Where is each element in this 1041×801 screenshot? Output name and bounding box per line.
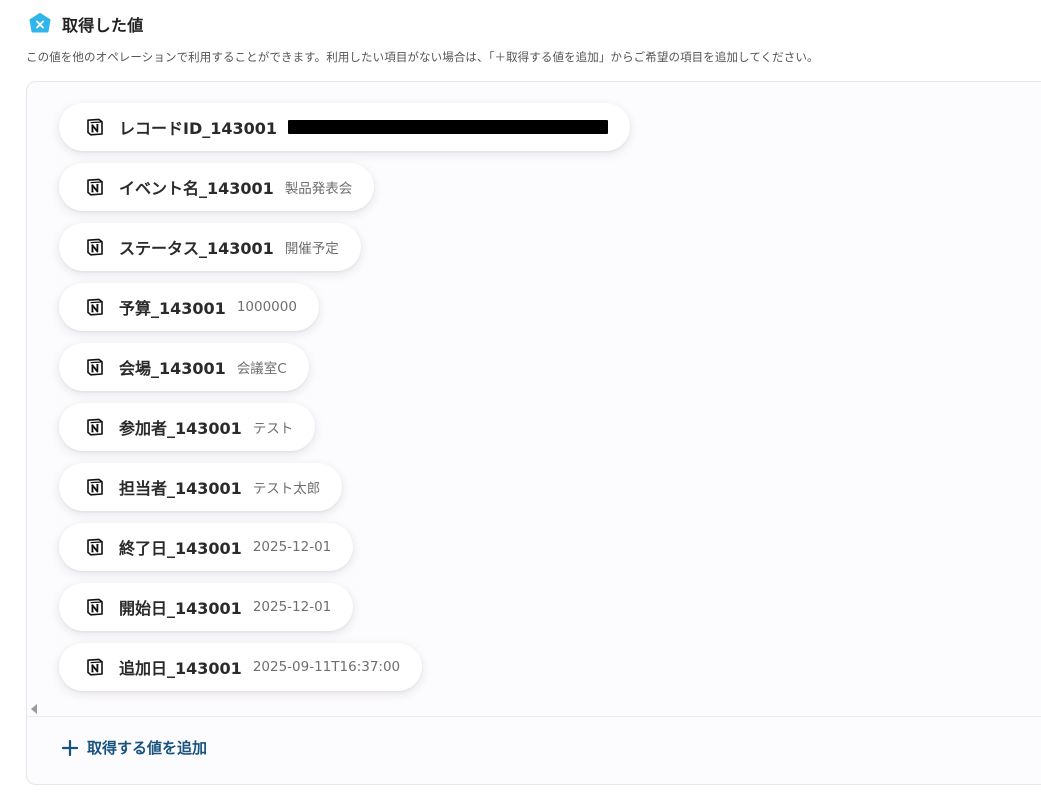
output-value-label: 会場_143001 (119, 359, 226, 378)
yoom-logo-icon (28, 12, 52, 36)
add-output-value-button[interactable]: 取得する値を追加 (61, 737, 207, 758)
output-value-label: イベント名_143001 (119, 179, 274, 198)
output-value-chip[interactable]: 追加日_143001 2025-09-11T16:37:00 (59, 643, 423, 691)
output-value-chip[interactable]: イベント名_143001 製品発表会 (59, 163, 375, 211)
notion-icon (85, 537, 105, 557)
output-value-chip[interactable]: 担当者_143001 テスト太郎 (59, 463, 343, 511)
section-title: 取得した値 (62, 16, 144, 35)
output-value-chip[interactable]: 会場_143001 会議室C (59, 343, 309, 391)
section-header: 取得した値 (28, 11, 144, 37)
output-value-sample: 開催予定 (284, 241, 339, 257)
output-value-label: ステータス_143001 (119, 239, 274, 258)
output-value-label: レコードID_143001 (119, 119, 278, 138)
output-value-sample: 会議室C (236, 361, 287, 377)
divider (27, 716, 1041, 717)
notion-icon (85, 117, 105, 137)
notion-icon (85, 357, 105, 377)
output-value-sample: 2025-12-01 (252, 599, 332, 615)
redacted-value (288, 120, 609, 134)
output-value-sample: 2025-09-11T16:37:00 (252, 659, 401, 675)
output-values-list: レコードID_143001 イベント名_143001 製品発表会ステータス_1430… (59, 103, 631, 691)
output-values-panel: レコードID_143001 イベント名_143001 製品発表会ステータス_1430… (26, 81, 1041, 785)
output-value-chip[interactable]: 参加者_143001 テスト (59, 403, 316, 451)
output-value-label: 終了日_143001 (119, 539, 242, 558)
output-value-sample: テスト太郎 (252, 481, 321, 497)
notion-icon (85, 657, 105, 677)
output-value-label: 担当者_143001 (119, 479, 242, 498)
output-value-label: 追加日_143001 (119, 659, 242, 678)
notion-icon (85, 597, 105, 617)
notion-icon (85, 417, 105, 437)
output-value-label: 開始日_143001 (119, 599, 242, 618)
add-output-value-label: 取得する値を追加 (87, 739, 208, 757)
notion-icon (85, 477, 105, 497)
notion-icon (85, 237, 105, 257)
output-value-chip[interactable]: 開始日_143001 2025-12-01 (59, 583, 354, 631)
output-value-chip[interactable]: 終了日_143001 2025-12-01 (59, 523, 354, 571)
notion-icon (85, 177, 105, 197)
output-value-sample: 2025-12-01 (252, 539, 332, 555)
plus-icon (61, 739, 79, 757)
output-value-chip[interactable]: レコードID_143001 (59, 103, 631, 151)
scroll-left-arrow-icon[interactable] (31, 704, 37, 714)
output-value-chip[interactable]: ステータス_143001 開催予定 (59, 223, 361, 271)
section-description: この値を他のオペレーションで利用することができます。利用したい項目がない場合は、… (26, 50, 819, 64)
output-value-sample: 製品発表会 (284, 181, 353, 197)
output-value-sample: テスト (252, 421, 294, 437)
output-value-label: 参加者_143001 (119, 419, 242, 438)
output-value-chip[interactable]: 予算_143001 1000000 (59, 283, 319, 331)
output-value-label: 予算_143001 (119, 299, 226, 318)
output-value-sample: 1000000 (236, 299, 297, 315)
notion-icon (85, 297, 105, 317)
